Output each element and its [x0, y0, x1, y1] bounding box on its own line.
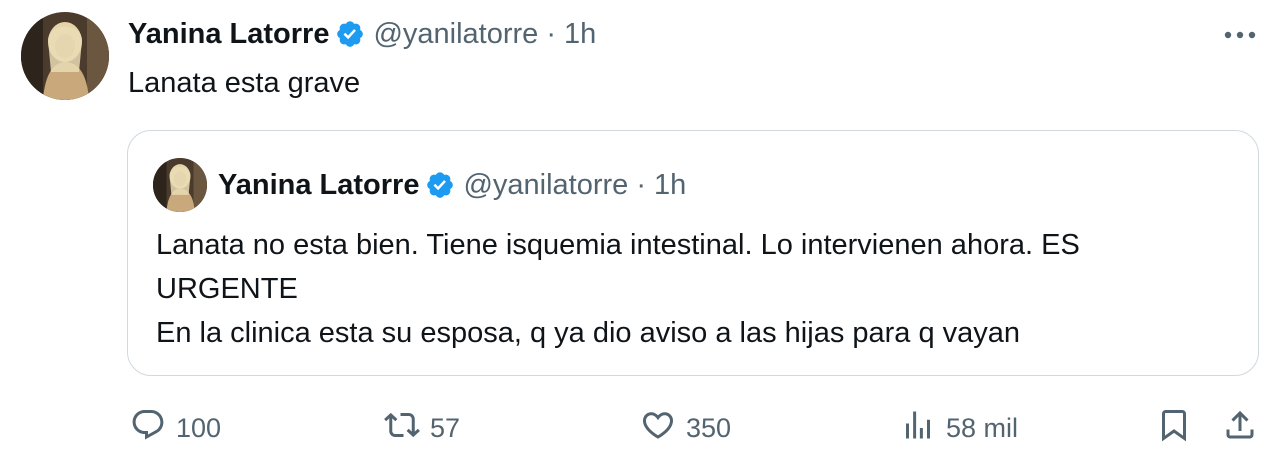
quoted-author-name[interactable]: Yanina Latorre	[218, 169, 419, 202]
quoted-tweet-text: Lanata no esta bien. Tiene isquemia inte…	[156, 223, 1241, 355]
quoted-avatar[interactable]	[153, 158, 207, 212]
separator-dot: ·	[546, 17, 556, 50]
repost-count: 57	[430, 412, 461, 443]
tweet-text: Lanata esta grave	[128, 67, 361, 99]
share-button[interactable]	[1222, 404, 1258, 452]
share-upload-icon	[1222, 407, 1258, 450]
verified-badge-icon	[425, 170, 455, 200]
reply-bubble-icon	[130, 407, 166, 450]
repost-arrows-icon	[384, 407, 420, 450]
quoted-timestamp[interactable]: 1h	[654, 169, 686, 202]
timestamp[interactable]: 1h	[564, 18, 596, 51]
bookmark-icon	[1156, 407, 1192, 450]
like-button[interactable]: 350	[640, 404, 731, 452]
more-dots-icon[interactable]	[1220, 20, 1260, 50]
author-name[interactable]: Yanina Latorre	[128, 18, 329, 51]
reply-count: 100	[176, 412, 222, 443]
verified-badge-icon	[335, 19, 365, 49]
bookmark-button[interactable]	[1156, 404, 1192, 452]
quoted-tweet-header: Yanina Latorre @yanilatorre · 1h	[218, 165, 686, 205]
quoted-text-line: URGENTE	[156, 273, 298, 305]
bar-chart-icon	[900, 407, 936, 450]
like-count: 350	[686, 412, 732, 443]
quoted-author-handle[interactable]: @yanilatorre	[463, 169, 628, 202]
reply-button[interactable]: 100	[130, 404, 221, 452]
separator-dot: ·	[636, 168, 646, 201]
heart-icon	[640, 407, 676, 450]
views-count: 58 mil	[946, 412, 1019, 443]
quoted-text-line: Lanata no esta bien. Tiene isquemia inte…	[156, 229, 1080, 261]
repost-button[interactable]: 57	[384, 404, 460, 452]
action-bar: 100 57 350 58 mil	[0, 404, 1280, 452]
avatar[interactable]	[21, 12, 109, 100]
views-button[interactable]: 58 mil	[900, 404, 1018, 452]
tweet-header: Yanina Latorre @yanilatorre · 1h	[128, 14, 596, 54]
quoted-tweet[interactable]: Yanina Latorre @yanilatorre · 1h Lanata …	[127, 130, 1259, 376]
quoted-text-line: En la clinica esta su esposa, q ya dio a…	[156, 317, 1021, 349]
author-handle[interactable]: @yanilatorre	[373, 18, 538, 51]
